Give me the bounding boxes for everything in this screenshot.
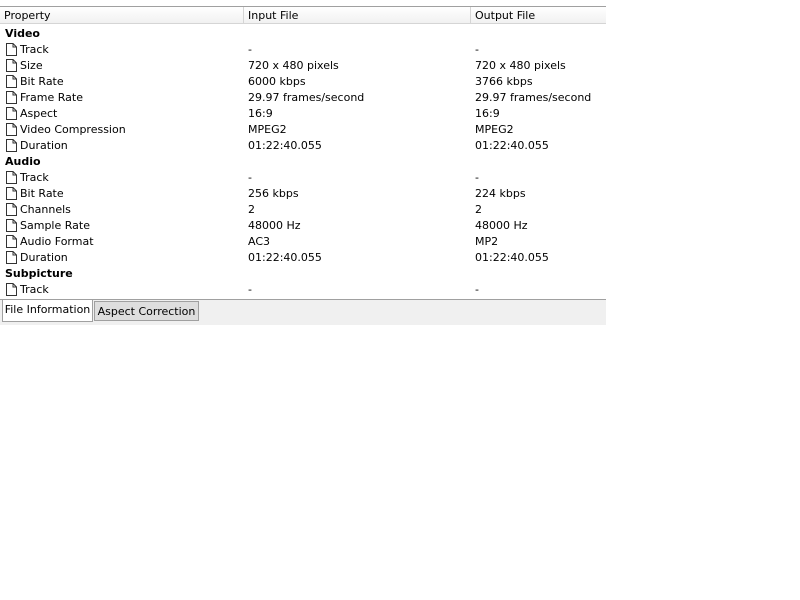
- group-title: Video: [5, 27, 40, 40]
- input-value: AC3: [248, 235, 271, 248]
- input-value: 16:9: [248, 107, 273, 120]
- property-label: Track: [20, 171, 49, 184]
- document-icon: [6, 171, 17, 184]
- input-value: 29.97 frames/second: [248, 91, 365, 104]
- property-label: Frame Rate: [20, 91, 83, 104]
- output-value: MP2: [475, 235, 499, 248]
- property-list: Video Track - - Size 720 x 480 pixels 72…: [0, 26, 606, 298]
- table-row[interactable]: Sample Rate 48000 Hz 48000 Hz: [0, 218, 606, 234]
- document-icon: [6, 139, 17, 152]
- output-value: 01:22:40.055: [475, 139, 549, 152]
- output-value: 16:9: [475, 107, 500, 120]
- group-title: Audio: [5, 155, 41, 168]
- column-header-row: Property Input File Output File: [0, 7, 606, 24]
- tab-file-information[interactable]: File Information: [2, 300, 93, 322]
- input-value: 01:22:40.055: [248, 139, 322, 152]
- group-title: Subpicture: [5, 267, 73, 280]
- output-value: 48000 Hz: [475, 219, 528, 232]
- document-icon: [6, 203, 17, 216]
- document-icon: [6, 91, 17, 104]
- column-header-input-file[interactable]: Input File: [244, 7, 471, 23]
- column-header-property[interactable]: Property: [0, 7, 244, 23]
- table-row[interactable]: Duration 01:22:40.055 01:22:40.055: [0, 138, 606, 154]
- top-border: [0, 0, 606, 7]
- table-row[interactable]: Size 720 x 480 pixels 720 x 480 pixels: [0, 58, 606, 74]
- property-label: Size: [20, 59, 43, 72]
- output-value: -: [475, 43, 479, 56]
- document-icon: [6, 59, 17, 72]
- group-row-video[interactable]: Video: [0, 26, 606, 42]
- input-value: 720 x 480 pixels: [248, 59, 339, 72]
- document-icon: [6, 219, 17, 232]
- file-info-panel: Property Input File Output File Video Tr…: [0, 0, 606, 325]
- output-value: MPEG2: [475, 123, 514, 136]
- input-value: MPEG2: [248, 123, 287, 136]
- table-row[interactable]: Track - -: [0, 170, 606, 186]
- property-label: Duration: [20, 251, 68, 264]
- document-icon: [6, 251, 17, 264]
- property-label: Bit Rate: [20, 187, 64, 200]
- table-row[interactable]: Bit Rate 6000 kbps 3766 kbps: [0, 74, 606, 90]
- input-value: 6000 kbps: [248, 75, 306, 88]
- input-value: -: [248, 283, 252, 296]
- document-icon: [6, 43, 17, 56]
- input-value: 2: [248, 203, 255, 216]
- output-value: 2: [475, 203, 482, 216]
- output-value: 224 kbps: [475, 187, 526, 200]
- group-row-subpicture[interactable]: Subpicture: [0, 266, 606, 282]
- document-icon: [6, 123, 17, 136]
- output-value: 3766 kbps: [475, 75, 533, 88]
- output-value: 01:22:40.055: [475, 251, 549, 264]
- property-label: Channels: [20, 203, 71, 216]
- input-value: 256 kbps: [248, 187, 299, 200]
- input-value: 01:22:40.055: [248, 251, 322, 264]
- output-value: -: [475, 283, 479, 296]
- table-row[interactable]: Bit Rate 256 kbps 224 kbps: [0, 186, 606, 202]
- document-icon: [6, 75, 17, 88]
- output-value: 720 x 480 pixels: [475, 59, 566, 72]
- property-label: Track: [20, 283, 49, 296]
- property-label: Track: [20, 43, 49, 56]
- table-row[interactable]: Duration 01:22:40.055 01:22:40.055: [0, 250, 606, 266]
- output-value: 29.97 frames/second: [475, 91, 592, 104]
- tab-bar: File Information Aspect Correction: [0, 299, 606, 325]
- property-label: Sample Rate: [20, 219, 90, 232]
- input-value: -: [248, 171, 252, 184]
- column-header-output-file[interactable]: Output File: [471, 7, 606, 23]
- document-icon: [6, 283, 17, 296]
- table-row[interactable]: Aspect 16:9 16:9: [0, 106, 606, 122]
- property-label: Aspect: [20, 107, 58, 120]
- input-value: 48000 Hz: [248, 219, 301, 232]
- table-row[interactable]: Track - -: [0, 282, 606, 298]
- input-value: -: [248, 43, 252, 56]
- document-icon: [6, 187, 17, 200]
- document-icon: [6, 235, 17, 248]
- property-label: Duration: [20, 139, 68, 152]
- table-row[interactable]: Frame Rate 29.97 frames/second 29.97 fra…: [0, 90, 606, 106]
- table-row[interactable]: Video Compression MPEG2 MPEG2: [0, 122, 606, 138]
- table-row[interactable]: Channels 2 2: [0, 202, 606, 218]
- property-label: Audio Format: [20, 235, 94, 248]
- property-label: Bit Rate: [20, 75, 64, 88]
- group-row-audio[interactable]: Audio: [0, 154, 606, 170]
- table-row[interactable]: Audio Format AC3 MP2: [0, 234, 606, 250]
- property-label: Video Compression: [20, 123, 126, 136]
- output-value: -: [475, 171, 479, 184]
- table-row[interactable]: Track - -: [0, 42, 606, 58]
- tab-aspect-correction[interactable]: Aspect Correction: [94, 301, 199, 321]
- document-icon: [6, 107, 17, 120]
